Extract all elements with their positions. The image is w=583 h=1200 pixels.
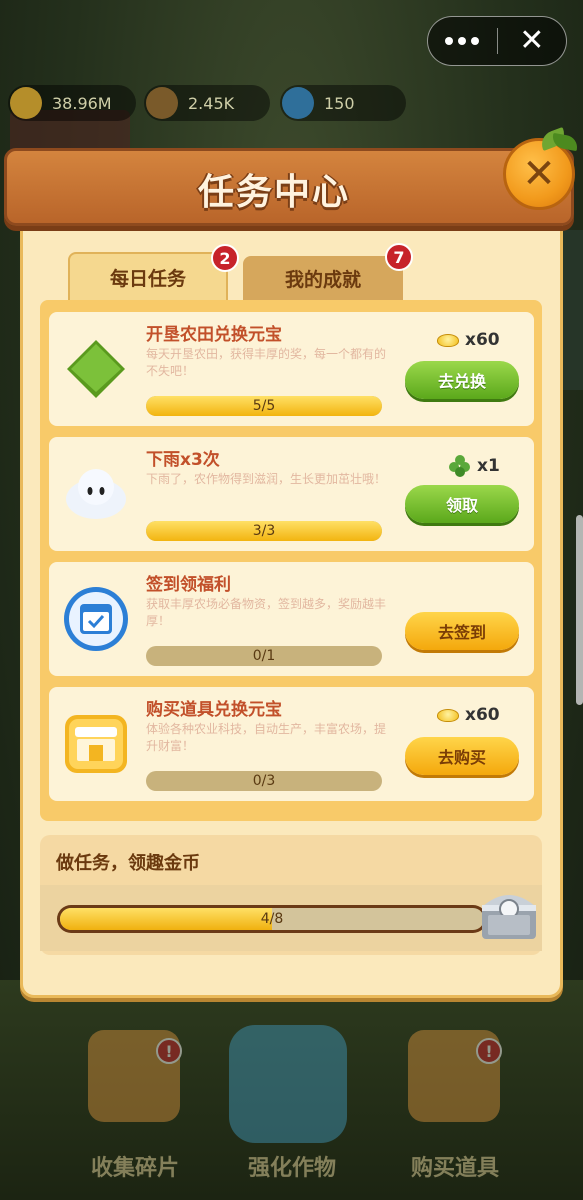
close-icon: ✕ bbox=[522, 151, 556, 197]
task-progress-text: 5/5 bbox=[252, 398, 276, 414]
nav-collect-fragments[interactable]: ! 收集碎片 bbox=[80, 1030, 190, 1181]
task-progress-text: 0/3 bbox=[252, 773, 276, 789]
tab-label: 我的成就 bbox=[284, 268, 361, 291]
task-progress-bar: 5/5 bbox=[146, 396, 382, 416]
modal-header: 任务中心 bbox=[4, 148, 574, 226]
task-progress-text: 3/3 bbox=[252, 523, 276, 539]
gold-ingot-icon bbox=[146, 87, 178, 119]
treasure-chest-icon[interactable] bbox=[478, 883, 540, 943]
coin-counter: 38.96M bbox=[8, 85, 136, 121]
gem-counter: 150 bbox=[280, 85, 406, 121]
ingot-counter: 2.45K bbox=[144, 85, 270, 121]
farmland-icon bbox=[67, 340, 125, 398]
nav-badge: ! bbox=[156, 1038, 182, 1064]
overall-progress-bar: 4/8 bbox=[57, 905, 487, 933]
gem-value: 150 bbox=[324, 93, 355, 113]
task-reward: x60 bbox=[437, 330, 500, 350]
tab-daily-tasks[interactable]: 每日任务 bbox=[68, 252, 228, 300]
buy-button[interactable]: 去购买 bbox=[405, 737, 519, 775]
task-name: 签到领福利 bbox=[146, 575, 231, 595]
side-drawer-handle[interactable] bbox=[576, 515, 583, 705]
overall-progress-track: 4/8 bbox=[60, 908, 484, 930]
calendar-check-icon bbox=[64, 587, 128, 651]
modal-title: 任务中心 bbox=[197, 172, 350, 213]
nav-buy-items[interactable]: ! 购买道具 bbox=[400, 1030, 510, 1181]
reward-amount: x1 bbox=[477, 456, 500, 476]
task-name: 开垦农田兑换元宝 bbox=[146, 325, 282, 345]
task-description: 下雨了，农作物得到滋润，生长更加茁壮哦！ bbox=[146, 472, 387, 486]
task-progress-bar: 0/1 bbox=[146, 646, 382, 666]
nav-badge: ! bbox=[476, 1038, 502, 1064]
ingot-value: 2.45K bbox=[188, 93, 235, 113]
claim-button[interactable]: 领取 bbox=[405, 485, 519, 523]
gold-ingot-icon bbox=[437, 708, 459, 722]
ellipsis-icon[interactable] bbox=[428, 17, 497, 65]
nav-enhance-crops[interactable]: 强化作物 bbox=[229, 1025, 347, 1181]
task-reward: x60 bbox=[437, 705, 500, 725]
check-in-button[interactable]: 去签到 bbox=[405, 612, 519, 650]
shop-icon bbox=[65, 715, 127, 773]
coin-icon bbox=[10, 87, 42, 119]
modal-close-button[interactable]: ✕ bbox=[503, 127, 580, 210]
task-description: 每天开垦农田，获得丰厚的奖，每一个都有的不失吧！ bbox=[146, 347, 387, 378]
nav-label: 强化作物 bbox=[247, 1156, 336, 1181]
tab-label: 每日任务 bbox=[109, 267, 186, 290]
gem-icon bbox=[282, 87, 314, 119]
overall-progress-text: 4/8 bbox=[260, 911, 284, 927]
task-progress-bar: 3/3 bbox=[146, 521, 382, 541]
nav-label: 收集碎片 bbox=[90, 1156, 179, 1181]
leaf-icon bbox=[550, 132, 580, 152]
task-rewards-label: 做任务，领趣金币 bbox=[56, 853, 200, 874]
task-card: 下雨x3次 下雨了，农作物得到滋润，生长更加茁壮哦！ 3/3 x1 领取 bbox=[49, 437, 534, 551]
task-card: 购买道具兑换元宝 体验各种农业科技，自动生产，丰富农场，提升财富！ 0/3 x6… bbox=[49, 687, 534, 801]
tab-badge: 7 bbox=[385, 243, 413, 271]
task-name: 下雨x3次 bbox=[146, 450, 220, 470]
tab-badge: 2 bbox=[211, 244, 239, 272]
clover-icon bbox=[449, 455, 471, 477]
gold-ingot-icon bbox=[437, 333, 459, 347]
task-card: 签到领福利 获取丰厚农场必备物资，签到越多，奖励越丰厚！ 0/1 去签到 bbox=[49, 562, 534, 676]
task-description: 获取丰厚农场必备物资，签到越多，奖励越丰厚！ bbox=[146, 597, 387, 628]
reward-amount: x60 bbox=[465, 330, 500, 350]
close-icon[interactable]: ✕ bbox=[498, 17, 567, 65]
task-description: 体验各种农业科技，自动生产，丰富农场，提升财富！ bbox=[146, 722, 387, 753]
coin-value: 38.96M bbox=[52, 93, 112, 113]
task-rewards-section: 做任务，领趣金币 bbox=[40, 835, 542, 955]
task-name: 购买道具兑换元宝 bbox=[146, 700, 282, 720]
exchange-button[interactable]: 去兑换 bbox=[405, 361, 519, 399]
tab-achievements[interactable]: 我的成就 bbox=[243, 256, 403, 300]
reward-amount: x60 bbox=[465, 705, 500, 725]
nav-label: 购买道具 bbox=[410, 1156, 499, 1181]
task-progress-bar: 0/3 bbox=[146, 771, 382, 791]
task-card: 开垦农田兑换元宝 每天开垦农田，获得丰厚的奖，每一个都有的不失吧！ 5/5 x6… bbox=[49, 312, 534, 426]
task-progress-text: 0/1 bbox=[252, 648, 276, 664]
rain-cloud-icon bbox=[66, 469, 126, 519]
miniprogram-capsule: ✕ bbox=[427, 16, 567, 66]
task-reward: x1 bbox=[449, 455, 500, 477]
shovel-icon bbox=[229, 1025, 347, 1143]
